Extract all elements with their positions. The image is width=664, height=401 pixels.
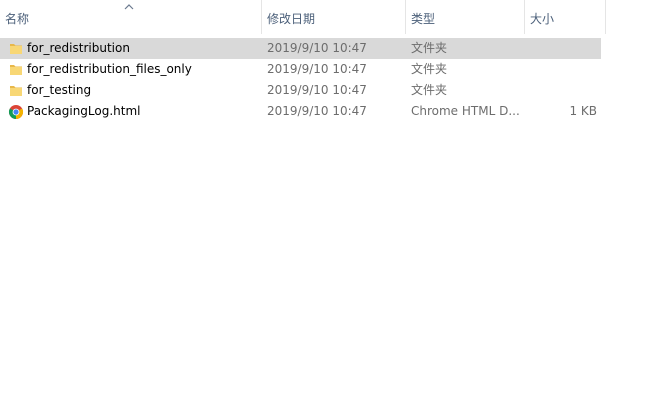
column-header-date[interactable]: 修改日期 — [261, 0, 405, 34]
column-header-type-label: 类型 — [411, 12, 436, 26]
file-row[interactable]: for_redistribution_files_only 2019/9/10 … — [0, 59, 601, 80]
column-header-size-label: 大小 — [530, 12, 555, 26]
file-rows: for_redistribution 2019/9/10 10:47 文件夹 f… — [0, 38, 606, 122]
file-name: for_redistribution_files_only — [27, 62, 192, 76]
column-header: 名称 修改日期 类型 大小 — [0, 0, 606, 34]
file-date: 2019/9/10 10:47 — [267, 41, 367, 55]
file-name: for_redistribution — [27, 41, 130, 55]
file-type: 文件夹 — [411, 41, 448, 55]
file-date: 2019/9/10 10:47 — [267, 62, 367, 76]
file-size: 1 KB — [569, 104, 597, 118]
file-date: 2019/9/10 10:47 — [267, 104, 367, 118]
folder-icon — [10, 44, 22, 54]
chrome-icon — [9, 105, 23, 119]
file-type: 文件夹 — [411, 83, 448, 97]
column-header-date-label: 修改日期 — [267, 12, 316, 26]
file-size — [527, 38, 597, 59]
file-list-view: 名称 修改日期 类型 大小 for_redistribution 2019/9/… — [0, 0, 664, 401]
file-size — [527, 80, 597, 101]
file-name: for_testing — [27, 83, 92, 97]
file-row[interactable]: for_redistribution 2019/9/10 10:47 文件夹 — [0, 38, 601, 59]
column-header-size[interactable]: 大小 — [524, 0, 605, 34]
folder-icon — [10, 65, 22, 75]
file-size — [527, 59, 597, 80]
column-header-name-label: 名称 — [5, 12, 30, 26]
folder-icon — [10, 86, 22, 96]
file-date: 2019/9/10 10:47 — [267, 83, 367, 97]
column-header-type[interactable]: 类型 — [405, 0, 524, 34]
column-divider[interactable] — [605, 0, 606, 34]
file-row[interactable]: PackagingLog.html 2019/9/10 10:47 Chrome… — [0, 101, 601, 122]
file-row[interactable]: for_testing 2019/9/10 10:47 文件夹 — [0, 80, 601, 101]
file-type: 文件夹 — [411, 62, 448, 76]
file-name: PackagingLog.html — [27, 104, 141, 118]
column-header-name[interactable]: 名称 — [0, 0, 261, 34]
sort-ascending-icon — [124, 4, 134, 10]
file-type: Chrome HTML D... — [411, 104, 520, 118]
